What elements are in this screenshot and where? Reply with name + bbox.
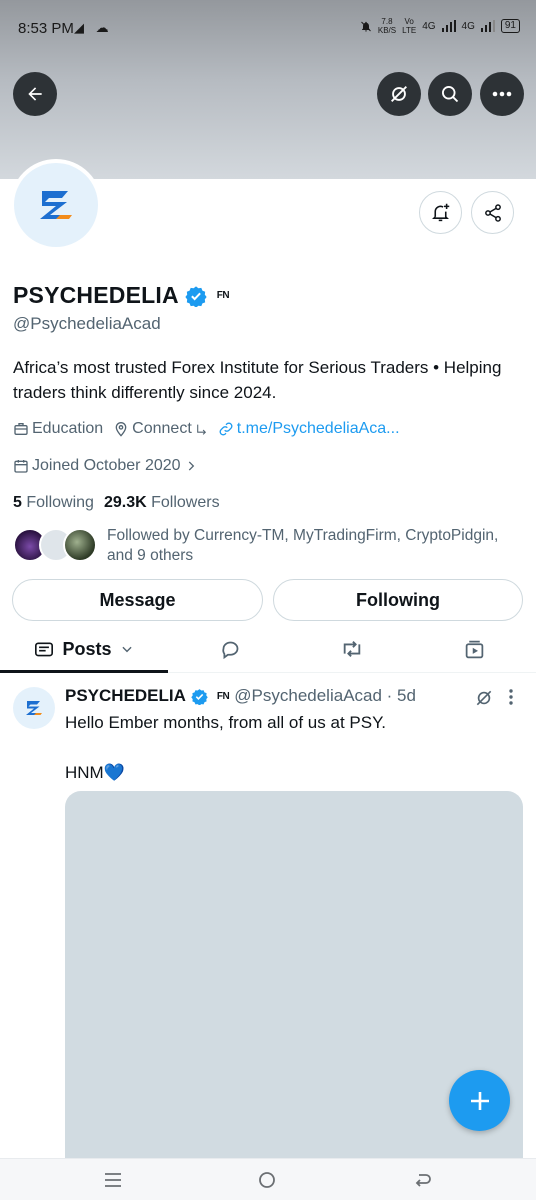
psychedelia-logo-icon (40, 191, 72, 219)
post-text-line1: Hello Ember months, from all of us at PS… (65, 713, 386, 732)
notifications-button[interactable] (419, 191, 462, 234)
tab-posts[interactable]: Posts (0, 626, 168, 673)
network-speed: 7.8 KB/S (377, 17, 397, 35)
profile-name-row: PSYCHEDELIA FN (13, 282, 230, 309)
share-button[interactable] (471, 191, 514, 234)
repost-icon (343, 641, 361, 657)
connect-item[interactable]: Connect (113, 420, 208, 438)
tab-replies[interactable] (212, 626, 248, 672)
category-item: Education (13, 420, 103, 438)
signal-icon (441, 20, 456, 32)
status-notification-icons: ◢ ☁ (74, 20, 113, 35)
profile-avatar[interactable] (10, 159, 102, 251)
status-time: 8:53 PM (18, 20, 74, 37)
followed-by-text: Followed by Currency-TM, MyTradingFirm, … (107, 527, 499, 564)
joined-item[interactable]: Joined October 2020 (13, 457, 198, 475)
post-author-name[interactable]: PSYCHEDELIA (65, 686, 186, 706)
more-vertical-icon (509, 689, 513, 705)
following-button[interactable]: Following (273, 579, 523, 621)
connect-label: Connect (132, 420, 192, 437)
message-button[interactable]: Message (12, 579, 263, 621)
back-arrow-icon (415, 1174, 431, 1187)
reply-bubble-icon (221, 641, 238, 659)
psychedelia-logo-icon (26, 701, 42, 715)
compose-button[interactable] (449, 1070, 510, 1131)
status-right-icons: 7.8 KB/S Vo LTE 4G 4G 91 (360, 17, 520, 35)
affiliate-badge[interactable]: FN (217, 290, 230, 301)
post-more-button[interactable] (508, 688, 514, 711)
network-type-2: 4G (461, 20, 475, 32)
recents-button[interactable] (98, 1167, 128, 1193)
following-count-link[interactable]: 5 Following (13, 494, 94, 512)
category-label: Education (32, 420, 104, 437)
link-icon (219, 422, 233, 436)
signal-icon-2 (480, 20, 495, 32)
display-name: PSYCHEDELIA (13, 282, 179, 308)
more-button[interactable] (480, 72, 524, 116)
bell-off-icon (361, 21, 371, 31)
followed-by-avatars (13, 526, 97, 564)
chevron-right-icon (188, 461, 194, 471)
profile-handle: @PsychedeliaAcad (13, 314, 161, 333)
chevron-down-icon (121, 646, 132, 653)
system-navigation-bar (0, 1158, 536, 1200)
follow-counts: 5 Following 29.3K Followers (13, 494, 220, 512)
home-button[interactable] (252, 1167, 282, 1193)
location-pin-icon (115, 422, 127, 437)
post-text-line2: HNM💙 (65, 763, 125, 782)
video-tab-icon (465, 640, 483, 658)
joined-label: Joined October 2020 (32, 457, 181, 474)
profile-tabs: Posts (0, 626, 536, 673)
post-handle-time: @PsychedeliaAcad · 5d (234, 686, 416, 705)
post-avatar[interactable] (13, 687, 55, 729)
grok-button[interactable] (377, 72, 421, 116)
tab-posts-label: Posts (62, 638, 112, 659)
post-affiliate-badge: FN (216, 690, 230, 702)
post-header: PSYCHEDELIA FN @PsychedeliaAcad · 5d (65, 686, 416, 706)
verified-badge-icon (191, 688, 208, 705)
home-circle-icon (259, 1172, 275, 1188)
back-button[interactable] (13, 72, 57, 116)
followed-by-section[interactable]: Followed by Currency-TM, MyTradingFirm, … (13, 526, 517, 566)
bell-plus-icon (432, 203, 450, 222)
tab-reposts[interactable] (334, 626, 370, 672)
volte-indicator: Vo LTE (402, 17, 417, 35)
grok-icon (391, 86, 407, 102)
tab-media[interactable] (456, 626, 492, 672)
share-icon (484, 203, 501, 222)
system-back-button[interactable] (408, 1167, 438, 1193)
followers-count-link[interactable]: 29.3K Followers (104, 494, 220, 512)
profile-meta-row: Education Connect t.me/PsychedeliaAca... (13, 420, 400, 438)
network-type-1: 4G (422, 20, 436, 32)
corner-arrow-icon (196, 424, 206, 435)
posts-tab-icon (35, 642, 54, 657)
joined-row[interactable]: Joined October 2020 (13, 457, 198, 475)
verified-badge-icon[interactable] (185, 285, 207, 307)
grok-icon (476, 690, 492, 706)
status-bar: 8:53 PM ◢ ☁ 7.8 KB/S Vo LTE 4G 4G 91 (0, 0, 536, 58)
plus-icon (470, 1091, 489, 1110)
website-link-text[interactable]: t.me/PsychedeliaAca... (237, 420, 400, 438)
calendar-icon (14, 460, 28, 473)
profile-bio: Africa’s most trusted Forex Institute fo… (13, 358, 502, 402)
search-icon (442, 86, 459, 103)
briefcase-icon (14, 423, 28, 435)
arrow-left-icon (28, 87, 42, 101)
post-grok-button[interactable] (474, 688, 494, 713)
menu-icon (105, 1173, 121, 1187)
battery-level: 91 (500, 19, 520, 33)
avatar-logo (14, 163, 98, 247)
search-button[interactable] (428, 72, 472, 116)
more-icon (492, 91, 512, 97)
website-link[interactable]: t.me/PsychedeliaAca... (218, 420, 400, 438)
avatar (63, 528, 97, 562)
